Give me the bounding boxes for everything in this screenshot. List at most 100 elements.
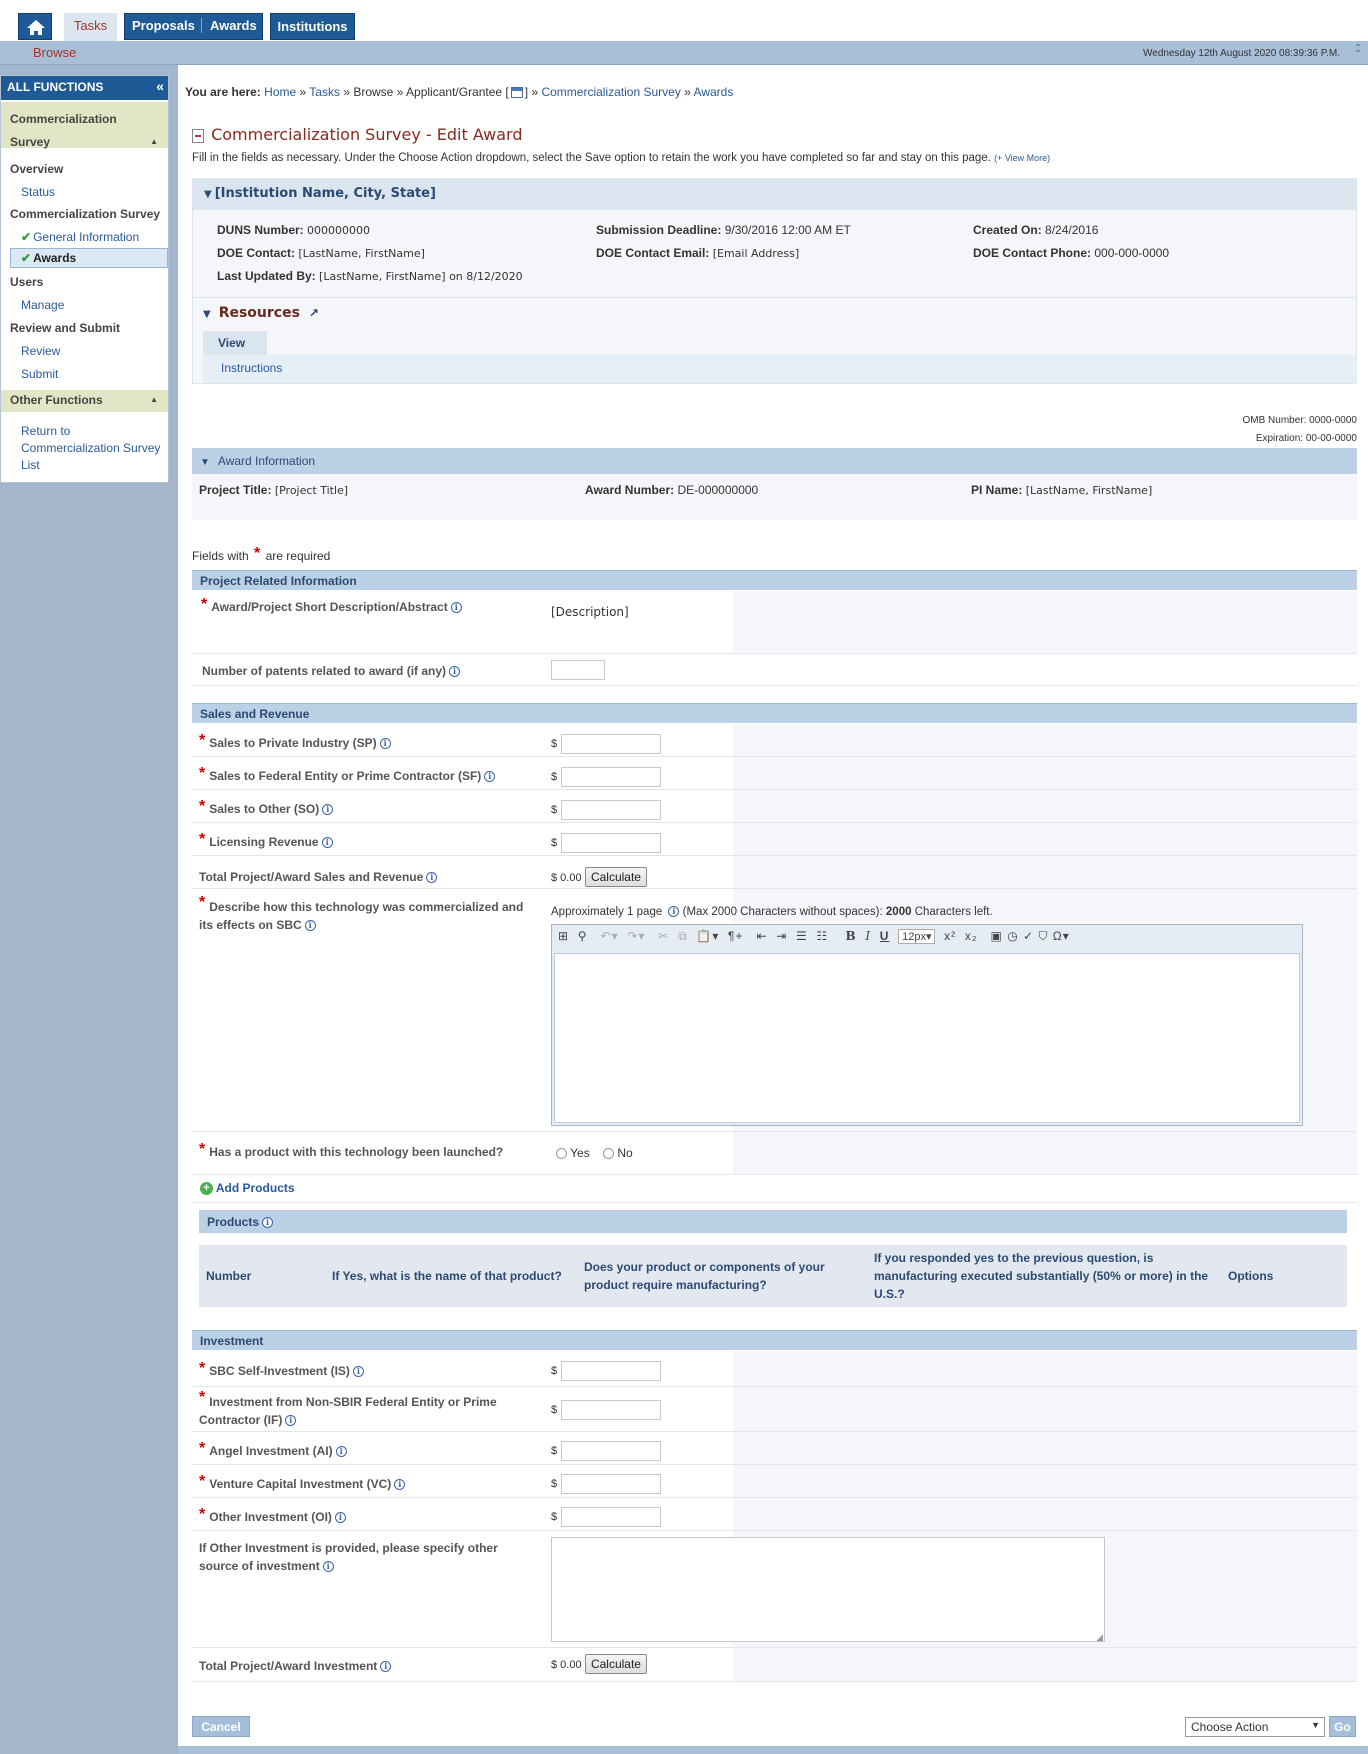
info-icon[interactable]: i <box>304 920 316 932</box>
breadcrumb-home[interactable]: Home <box>264 85 296 99</box>
sidebar-item-commercialization-survey[interactable]: Commercialization Survey <box>10 207 160 221</box>
award-header[interactable]: ▼ Award Information <box>192 448 1357 474</box>
instructions-link[interactable]: Instructions <box>221 361 282 375</box>
special-char-icon[interactable]: Ω▾ <box>1053 929 1070 943</box>
sidebar-item-review-and-submit[interactable]: Review and Submit <box>10 321 120 335</box>
patents-input[interactable] <box>551 660 605 680</box>
select-all-icon[interactable]: ⊞ <box>558 929 569 943</box>
info-icon[interactable]: i <box>334 1512 346 1524</box>
is-amount-input[interactable] <box>561 1361 662 1381</box>
sp-amount-input[interactable] <box>561 734 662 754</box>
collapse-sidebar-icon[interactable]: « <box>156 78 164 94</box>
oi-amount-input[interactable] <box>561 1507 662 1527</box>
paste-icon[interactable]: 📋▾ <box>696 929 719 943</box>
sidebar-item-awards[interactable]: ✔ Awards <box>10 248 168 268</box>
resources-header[interactable]: ▼ Resources ↗ <box>203 305 319 321</box>
home-button[interactable] <box>18 13 52 40</box>
bold-icon[interactable]: B <box>846 929 857 943</box>
sidebar-item-overview[interactable]: Overview <box>10 162 63 176</box>
products-divider <box>192 1202 1357 1203</box>
radio-no[interactable] <box>603 1148 615 1160</box>
bullet-list-icon[interactable]: ☰ <box>796 929 808 943</box>
editor-textarea[interactable] <box>554 953 1300 1123</box>
col-us-manufacturing: If you responded yes to the previous que… <box>874 1251 1209 1301</box>
resize-handle-icon[interactable]: ◢ <box>1096 1632 1103 1643</box>
resources-tab-view[interactable]: View <box>203 331 267 356</box>
info-icon[interactable]: i <box>380 1661 392 1673</box>
sidebar-item-manage[interactable]: Manage <box>21 298 64 312</box>
clock-icon[interactable]: ◷ <box>1007 929 1018 943</box>
other-source-textarea[interactable]: ◢ <box>551 1537 1105 1642</box>
superscript-icon[interactable]: x² <box>944 929 956 943</box>
numbered-list-icon[interactable]: ☷ <box>816 929 828 943</box>
italic-icon[interactable]: I <box>865 929 871 943</box>
info-icon[interactable]: i <box>321 837 333 849</box>
subtab-browse[interactable]: Browse <box>33 45 76 60</box>
clean-icon[interactable]: ⛉ <box>1038 929 1048 943</box>
indent-icon[interactable]: ⇥ <box>776 929 787 943</box>
sidebar-item-general-information[interactable]: ✔ General Information <box>21 230 139 244</box>
info-icon[interactable]: i <box>484 771 496 783</box>
info-icon[interactable]: i <box>450 602 462 614</box>
sidebar-item-users[interactable]: Users <box>10 275 43 289</box>
calendar-icon[interactable] <box>510 87 523 99</box>
paragraph-icon[interactable]: ¶+ <box>728 929 743 943</box>
tab-awards[interactable]: Awards <box>204 18 263 33</box>
sidebar-return-link[interactable]: Return to Commercialization Survey List <box>21 423 166 474</box>
breadcrumb-survey[interactable]: Commercialization Survey <box>541 85 680 99</box>
info-icon[interactable]: i <box>668 906 680 918</box>
info-icon[interactable]: i <box>426 872 438 884</box>
info-icon[interactable]: i <box>262 1217 274 1229</box>
sidebar-item-review[interactable]: Review <box>21 344 60 358</box>
ai-amount-input[interactable] <box>561 1441 662 1461</box>
external-link-icon[interactable]: ↗ <box>309 306 319 320</box>
if-amount-input[interactable] <box>561 1400 662 1420</box>
info-icon[interactable]: i <box>394 1479 406 1491</box>
breadcrumb-tasks[interactable]: Tasks <box>309 85 340 99</box>
choose-action-select[interactable]: Choose Action ▼ <box>1185 1717 1325 1737</box>
cut-icon[interactable]: ✂ <box>658 929 669 943</box>
underline-icon[interactable]: U <box>880 929 890 943</box>
sf-amount-input[interactable] <box>561 767 662 787</box>
outdent-icon[interactable]: ⇤ <box>756 929 767 943</box>
copy-icon[interactable]: ⧉ <box>678 929 688 943</box>
tab-proposals[interactable]: Proposals <box>126 18 202 33</box>
find-icon[interactable]: ⚲ <box>578 929 588 943</box>
radio-yes[interactable] <box>556 1148 567 1160</box>
info-icon[interactable]: i <box>449 666 461 678</box>
info-icon[interactable]: i <box>379 738 391 750</box>
sidebar-item-status[interactable]: Status <box>21 185 55 199</box>
sidebar-item-submit[interactable]: Submit <box>21 367 58 381</box>
view-more-link[interactable]: (+ View More) <box>994 153 1050 163</box>
tab-institutions[interactable]: Institutions <box>270 13 355 40</box>
sidebar-section-other[interactable]: Other Functions ▲ <box>1 390 168 412</box>
check-icon: ✔ <box>21 230 32 244</box>
spellcheck-icon[interactable]: ✓ <box>1023 929 1034 943</box>
undo-icon[interactable]: ↶▾ <box>601 929 619 943</box>
info-icon[interactable]: i <box>322 804 334 816</box>
institution-header[interactable]: ▼ [Institution Name, City, State] <box>192 178 1357 210</box>
info-icon[interactable]: i <box>335 1446 347 1458</box>
vc-amount-input[interactable] <box>561 1474 662 1494</box>
go-button[interactable]: Go <box>1329 1716 1356 1737</box>
calculate-investment-button[interactable]: Calculate <box>584 1654 647 1674</box>
add-products-link[interactable]: + Add Products <box>200 1181 295 1196</box>
template-icon[interactable]: ▣ <box>991 929 1003 943</box>
sidebar-section-survey[interactable]: Commercialization Survey ▲ <box>1 102 168 149</box>
calculate-sales-button[interactable]: Calculate <box>584 867 647 887</box>
info-icon[interactable]: i <box>285 1415 297 1427</box>
licensing-amount-input[interactable] <box>561 833 662 853</box>
so-amount-input[interactable] <box>561 800 662 820</box>
tab-tasks[interactable]: Tasks <box>64 13 117 42</box>
redo-icon[interactable]: ↷▾ <box>627 929 645 943</box>
expand-down-icon: ▼ <box>200 457 210 468</box>
info-icon[interactable]: i <box>322 1561 334 1573</box>
collapse-header-icon[interactable]: ⌃ ⌃ <box>1354 44 1362 60</box>
row-oi <box>192 1498 1357 1531</box>
breadcrumb-awards[interactable]: Awards <box>694 85 734 99</box>
cancel-button[interactable]: Cancel <box>192 1716 250 1737</box>
vc-label: * Venture Capital Investment (VC) i <box>199 1474 406 1491</box>
font-size-select[interactable]: 12px▾ <box>898 929 936 944</box>
subscript-icon[interactable]: x₂ <box>965 929 978 943</box>
info-icon[interactable]: i <box>352 1366 364 1378</box>
